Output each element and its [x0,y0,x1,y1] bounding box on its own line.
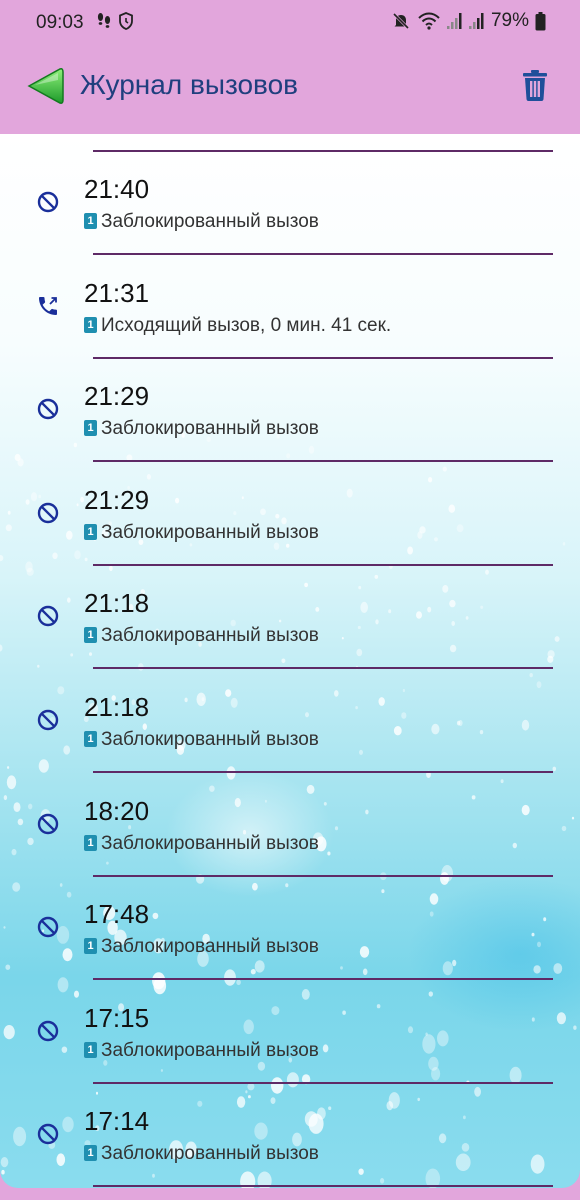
call-log-item[interactable]: 17:14 1 Заблокированный вызов [0,1066,580,1188]
page-title: Журнал вызовов [80,69,299,100]
call-description: Заблокированный вызов [101,521,319,543]
sim-badge: 1 [84,1145,97,1162]
sim-badge: 1 [84,627,97,644]
signal-icon [446,13,462,29]
shield-clock-icon [119,12,133,30]
call-log-item[interactable]: 17:15 1 Заблокированный вызов [0,963,580,1084]
water-drop [152,1173,155,1178]
outgoing-call-icon [39,296,57,315]
blocked-icon [37,606,59,627]
call-log-item[interactable]: 17:48 1 Заблокированный вызов [0,859,580,981]
water-drop [358,1168,364,1175]
sim-badge: 1 [84,213,97,229]
call-log-item[interactable]: 21:18 1 Заблокированный вызов [0,652,580,773]
battery-percent: 79% [490,10,529,31]
status-left-icons [96,11,134,31]
call-description: Заблокированный вызов [101,832,319,854]
call-description: Заблокированный вызов [101,418,319,440]
call-time: 21:18 [84,588,150,619]
blocked-icon [37,502,59,523]
call-description: Заблокированный вызов [101,211,319,232]
call-time: 21:29 [84,381,150,412]
call-log-item[interactable]: 21:31 1 Исходящий вызов, 0 мин. 41 сек. [0,238,580,359]
call-time: 21:18 [84,692,150,722]
footsteps-icon [97,13,111,28]
divider [93,1185,553,1188]
call-time: 17:15 [84,1002,150,1033]
back-arrow-icon [27,68,64,104]
blocked-icon [37,1020,59,1041]
sim-badge: 1 [84,523,97,540]
delete-log-button[interactable] [520,68,550,102]
wifi-icon [418,12,440,30]
status-time: 09:03 [36,12,84,33]
sim-badge: 1 [84,834,97,851]
water-drop [380,1178,385,1184]
call-log-item[interactable]: 21:29 1 Заблокированный вызов [0,445,580,566]
call-time: 18:20 [84,795,150,826]
blocked-icon [37,709,59,731]
battery-icon [535,11,546,30]
water-drop [1,1169,5,1175]
call-description: Заблокированный вызов [101,729,319,750]
call-log-item[interactable]: 21:40 1 Заблокированный вызов [0,134,580,255]
blocked-icon [37,813,59,834]
call-log-panel[interactable]: 21:40 1 Заблокированный вызов 21:31 1 Исходя… [0,134,580,1188]
blocked-icon [37,398,59,420]
call-time: 17:48 [84,899,150,930]
call-log-item[interactable]: 21:29 1 Заблокированный вызов [0,341,580,463]
call-time: 21:29 [84,484,150,515]
signal-icon [468,13,484,29]
sim-badge: 1 [84,938,97,955]
blocked-icon [37,1124,59,1145]
call-description: Заблокированный вызов [101,936,319,958]
call-time: 17:14 [84,1106,150,1137]
mute-icon [392,12,410,30]
call-time: 21:31 [84,277,150,308]
call-description: Заблокированный вызов [101,625,319,647]
call-time: 21:40 [84,174,150,204]
water-drop [7,1185,10,1188]
call-log-item[interactable]: 21:18 1 Заблокированный вызов [0,548,580,670]
trash-icon [523,70,547,101]
sim-badge: 1 [84,731,97,747]
app-bar: Журнал вызовов [0,46,580,134]
sim-badge: 1 [84,420,97,437]
sim-badge: 1 [84,1041,97,1058]
call-description: Заблокированный вызов [101,1039,319,1061]
blocked-icon [37,191,59,213]
call-description: Исходящий вызов, 0 мин. 41 сек. [101,314,392,336]
sim-badge: 1 [84,316,97,333]
status-right-icons: 79% [391,10,546,32]
blocked-icon [37,916,59,938]
call-log-item[interactable]: 18:20 1 Заблокированный вызов [0,756,580,877]
back-button[interactable] [26,66,66,106]
status-bar: 09:03 79% [0,0,580,46]
call-description: Заблокированный вызов [101,1143,319,1165]
